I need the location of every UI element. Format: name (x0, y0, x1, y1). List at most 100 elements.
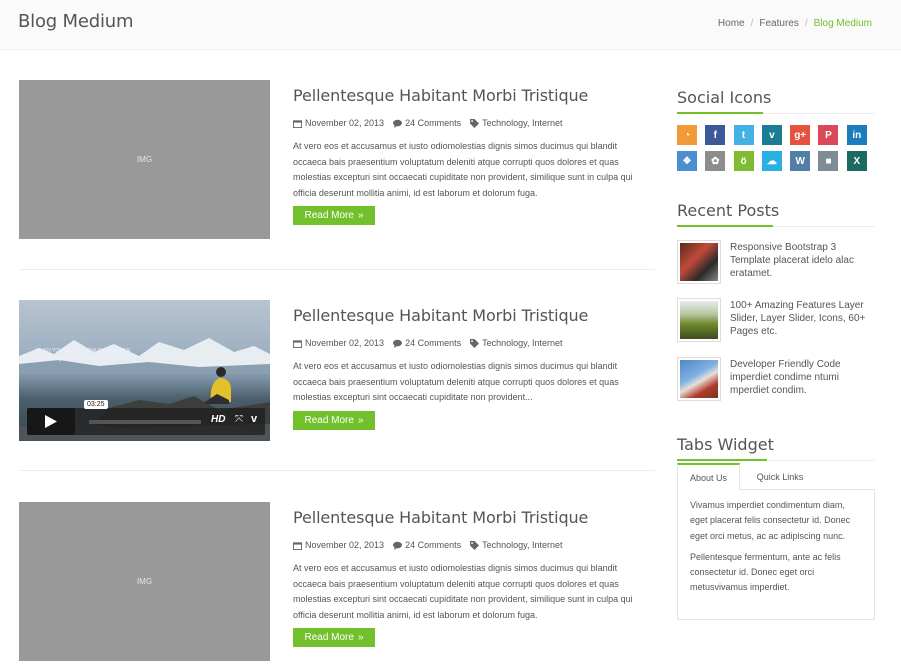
post-comments[interactable]: 24 Comments (405, 118, 461, 128)
tab-panel: Vivamus imperdiet condimentum diam, eget… (677, 489, 875, 620)
spotify-icon[interactable]: ö (733, 151, 754, 171)
tab-list: About Us Quick Links (677, 461, 875, 490)
tab-panel-paragraph: Vivamus imperdiet condimentum diam, eget… (690, 500, 851, 541)
pinterest-icon[interactable]: P (818, 125, 839, 145)
post-image-placeholder[interactable]: IMG (19, 80, 270, 239)
post-excerpt: At vero eos et accusamus et iusto odiomo… (293, 563, 633, 620)
widget-heading-text: Tabs Widget (677, 435, 774, 454)
post-date: November 02, 2013 (305, 338, 385, 348)
facebook-icon[interactable]: f (705, 125, 726, 145)
double-chevron-right-icon: » (357, 415, 364, 426)
post-meta: November 02, 2013 24 Comments Technology… (293, 118, 562, 128)
read-more-button[interactable]: Read More» (293, 411, 375, 430)
read-more-button[interactable]: Read More» (293, 206, 375, 225)
vimeo-icon[interactable]: v (761, 125, 782, 145)
social-icons-widget: Social Icons ◔ f t v g+ P in ❖ ✿ ö ☁ W ■… (677, 88, 875, 178)
post-meta: November 02, 2013 24 Comments Technology… (293, 338, 562, 348)
recent-posts-widget: Recent Posts Responsive Bootstrap 3 Temp… (677, 201, 875, 411)
heading-underline (677, 112, 763, 114)
widget-heading: Tabs Widget (677, 435, 875, 461)
post-title[interactable]: Pellentesque Habitant Morbi Tristique (293, 306, 588, 325)
breadcrumb-separator: / (750, 18, 754, 29)
heading-underline (677, 225, 773, 227)
github-icon[interactable]: ■ (818, 151, 839, 171)
video-player[interactable]: WHEN YOU DON'T KNOW THE ANSWER THE QUEST… (19, 300, 270, 441)
widget-heading: Social Icons (677, 88, 875, 114)
post-divider (19, 470, 655, 471)
recent-post-item: Responsive Bootstrap 3 Template placerat… (677, 240, 877, 290)
recent-post-thumbnail[interactable] (677, 298, 721, 342)
comments-icon (393, 339, 403, 348)
video-progress-bar[interactable] (89, 420, 201, 424)
hd-toggle[interactable]: HD (211, 414, 225, 425)
post-tags[interactable]: Technology, Internet (482, 338, 562, 348)
recent-post-link[interactable]: 100+ Amazing Features Layer Slider, Laye… (730, 299, 877, 338)
xing-icon[interactable]: X (846, 151, 867, 171)
tabs-widget: Tabs Widget About Us Quick Links Vivamus… (677, 435, 875, 635)
tab-quick-links[interactable]: Quick Links (745, 463, 815, 490)
post-divider (19, 269, 655, 270)
comments-icon (393, 541, 403, 550)
video-controls: 03:25 HD ⤧ v (27, 400, 265, 435)
video-time: 03:25 (84, 400, 108, 409)
dropbox-icon[interactable]: ❖ (677, 151, 697, 171)
read-more-label: Read More (304, 632, 354, 643)
linkedin-icon[interactable]: in (846, 125, 867, 145)
tags-icon (470, 118, 480, 128)
post-title[interactable]: Pellentesque Habitant Morbi Tristique (293, 508, 588, 527)
picasa-icon[interactable]: ✿ (705, 151, 726, 171)
rss-icon[interactable]: ◔ (677, 125, 697, 145)
read-more-button[interactable]: Read More» (293, 628, 375, 647)
soundcloud-icon[interactable]: ☁ (761, 151, 782, 171)
blog-post: WHEN YOU DON'T KNOW THE ANSWER THE QUEST… (19, 300, 655, 460)
post-date: November 02, 2013 (305, 540, 385, 550)
breadcrumb-features[interactable]: Features (759, 18, 798, 29)
page-header: Blog Medium Home / Features / Blog Medium (0, 0, 901, 50)
recent-post-link[interactable]: Responsive Bootstrap 3 Template placerat… (730, 241, 877, 280)
tabs-container: About Us Quick Links Vivamus imperdiet c… (677, 461, 875, 620)
tags-icon (470, 540, 480, 550)
recent-post-item: Developer Friendly Code imperdiet condim… (677, 357, 877, 407)
post-image-placeholder[interactable]: IMG (19, 502, 270, 661)
post-excerpt: At vero eos et accusamus et iusto odiomo… (293, 141, 633, 198)
tab-about-us[interactable]: About Us (677, 463, 740, 490)
fullscreen-icon[interactable]: ⤧ (235, 414, 243, 425)
twitter-icon[interactable]: t (733, 125, 754, 145)
recent-post-thumbnail[interactable] (677, 357, 721, 401)
post-meta: November 02, 2013 24 Comments Technology… (293, 540, 562, 550)
calendar-icon (293, 541, 302, 550)
tab-panel-paragraph: Pellentesque fermentum, ante ac felis co… (690, 551, 841, 593)
double-chevron-right-icon: » (357, 632, 364, 643)
comments-icon (393, 119, 403, 128)
vimeo-logo-icon[interactable]: v (251, 413, 257, 425)
wordpress-icon[interactable]: W (790, 151, 811, 171)
breadcrumb-home[interactable]: Home (718, 18, 745, 29)
video-overlay-text: WHEN YOU DON'T KNOW THE ANSWER THE QUEST… (23, 348, 143, 362)
calendar-icon (293, 119, 302, 128)
post-date: November 02, 2013 (305, 118, 385, 128)
post-title[interactable]: Pellentesque Habitant Morbi Tristique (293, 86, 588, 105)
recent-post-thumbnail[interactable] (677, 240, 721, 284)
double-chevron-right-icon: » (357, 210, 364, 221)
widget-heading-text: Recent Posts (677, 201, 780, 220)
widget-heading: Recent Posts (677, 201, 875, 227)
play-button[interactable] (27, 408, 75, 435)
tags-icon (470, 338, 480, 348)
post-comments[interactable]: 24 Comments (405, 338, 461, 348)
video-overlay-small: WHEN YOU DON'T KNOW THE ANSWER (35, 348, 131, 354)
read-more-label: Read More (304, 210, 354, 221)
page-title: Blog Medium (18, 11, 134, 32)
recent-post-link[interactable]: Developer Friendly Code imperdiet condim… (730, 358, 877, 397)
video-overlay-title: THE QUESTIONS WE ASK (41, 355, 125, 362)
person-figure (205, 367, 231, 404)
read-more-label: Read More (304, 415, 354, 426)
googleplus-icon[interactable]: g+ (790, 125, 811, 145)
post-tags[interactable]: Technology, Internet (482, 540, 562, 550)
widget-heading-text: Social Icons (677, 88, 772, 107)
blog-post: IMG Pellentesque Habitant Morbi Tristiqu… (19, 80, 655, 240)
recent-post-item: 100+ Amazing Features Layer Slider, Laye… (677, 298, 877, 348)
post-excerpt: At vero eos et accusamus et iusto odiomo… (293, 361, 619, 402)
post-tags[interactable]: Technology, Internet (482, 118, 562, 128)
breadcrumb: Home / Features / Blog Medium (718, 18, 872, 29)
post-comments[interactable]: 24 Comments (405, 540, 461, 550)
